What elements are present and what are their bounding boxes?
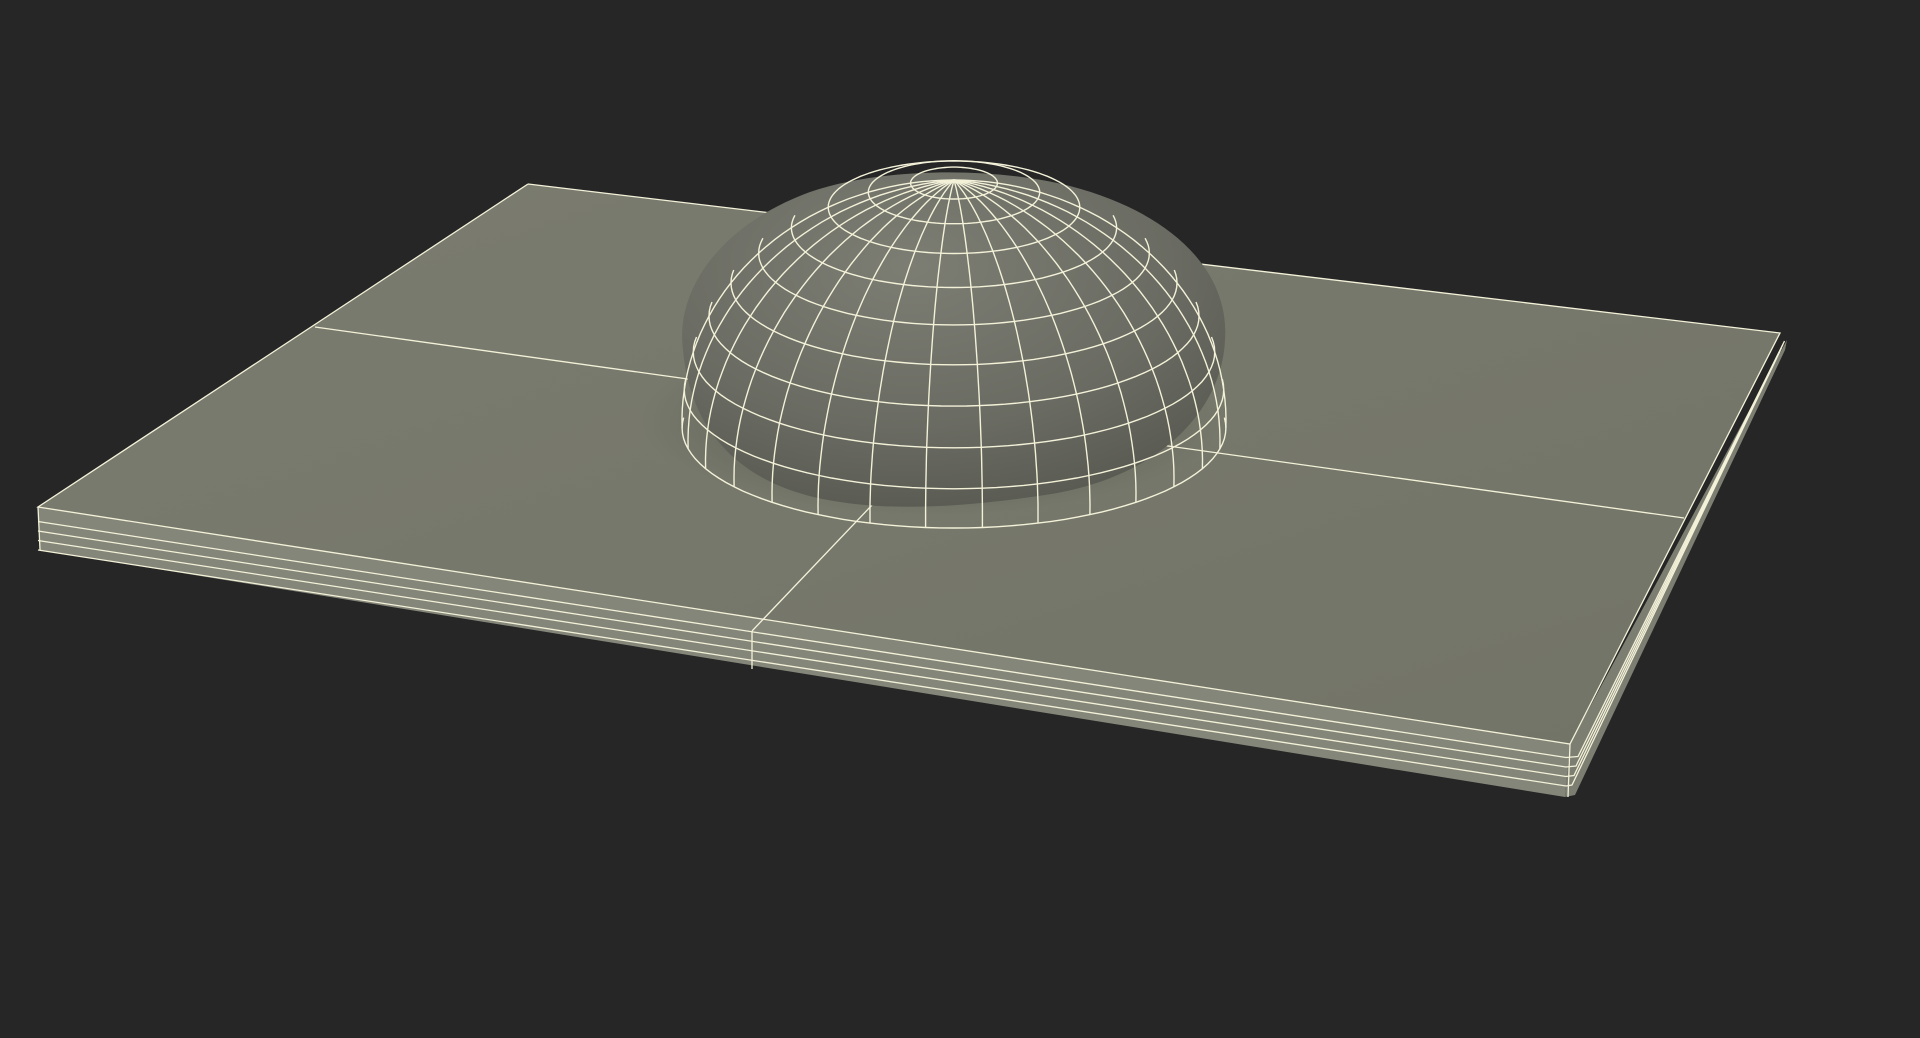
model-render (36, 159, 1787, 798)
3d-viewport[interactable] (0, 0, 1920, 1038)
dome-surface (682, 172, 1226, 507)
